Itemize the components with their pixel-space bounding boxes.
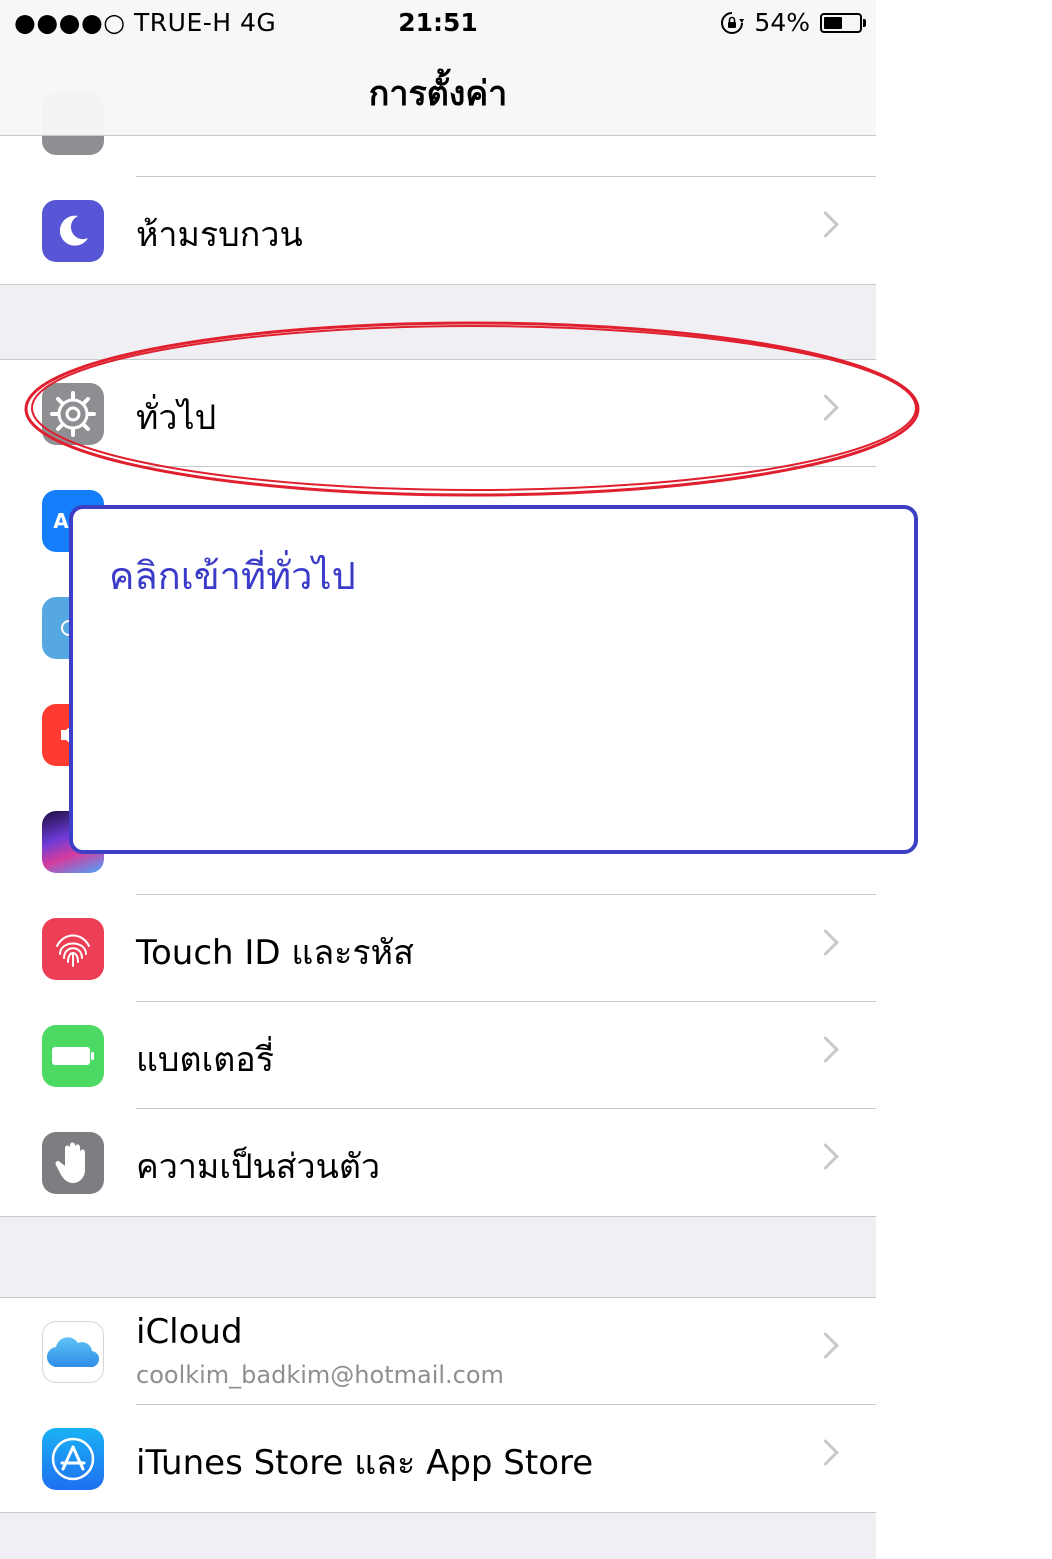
list-item-label: ความเป็นส่วนตัว	[136, 1147, 381, 1187]
list-item-general[interactable]: ทั่วไป	[0, 360, 876, 467]
list-item-do-not-disturb[interactable]: ห้ามรบกวน	[0, 177, 876, 284]
status-bar: ●●●●○ TRUE-H 4G 21:51 54%	[0, 0, 876, 44]
list-item-privacy[interactable]: ความเป็นส่วนตัว	[0, 1109, 876, 1216]
annotation-callout: คลิกเข้าที่ทั่วไป	[69, 505, 918, 854]
group-accounts: iCloud coolkim_badkim@hotmail.com iTunes…	[0, 1297, 876, 1513]
page-title: การตั้งค่า	[368, 74, 508, 114]
chevron-right-icon	[812, 1036, 839, 1063]
icloud-icon	[42, 1321, 104, 1383]
fingerprint-icon	[42, 918, 104, 980]
battery-icon	[820, 12, 866, 33]
chevron-right-icon	[812, 1332, 839, 1359]
list-item-label: iCloud	[136, 1312, 243, 1352]
list-item-label: ห้ามรบกวน	[136, 215, 303, 255]
chevron-right-icon	[812, 211, 839, 238]
list-item-battery[interactable]: แบตเตอรี่	[0, 1002, 876, 1109]
list-item-itunes-app-store[interactable]: iTunes Store และ App Store	[0, 1405, 876, 1512]
chevron-right-icon	[812, 929, 839, 956]
list-item-label: iTunes Store และ App Store	[136, 1443, 594, 1483]
gear-icon	[42, 383, 104, 445]
list-item-label: ทั่วไป	[136, 398, 217, 438]
list-item-touch-id[interactable]: Touch ID และรหัส	[0, 895, 876, 1002]
chevron-right-icon	[812, 1439, 839, 1466]
app-store-icon	[42, 1428, 104, 1490]
icloud-email: coolkim_badkim@hotmail.com	[136, 1361, 504, 1389]
annotation-callout-text: คลิกเข้าที่ทั่วไป	[109, 554, 356, 598]
chevron-right-icon	[812, 394, 839, 421]
battery-percent: 54%	[754, 8, 810, 37]
hand-icon	[42, 1132, 104, 1194]
rotation-lock-icon	[721, 11, 745, 34]
status-right: 54%	[720, 8, 866, 37]
list-item-label: Touch ID และรหัส	[136, 933, 414, 973]
list-item-icloud[interactable]: iCloud coolkim_badkim@hotmail.com	[0, 1298, 876, 1405]
battery-fill	[824, 16, 842, 29]
chevron-right-icon	[812, 1143, 839, 1170]
list-item-label: แบตเตอรี่	[136, 1040, 274, 1080]
battery-settings-icon	[42, 1025, 104, 1087]
moon-icon	[42, 200, 104, 262]
